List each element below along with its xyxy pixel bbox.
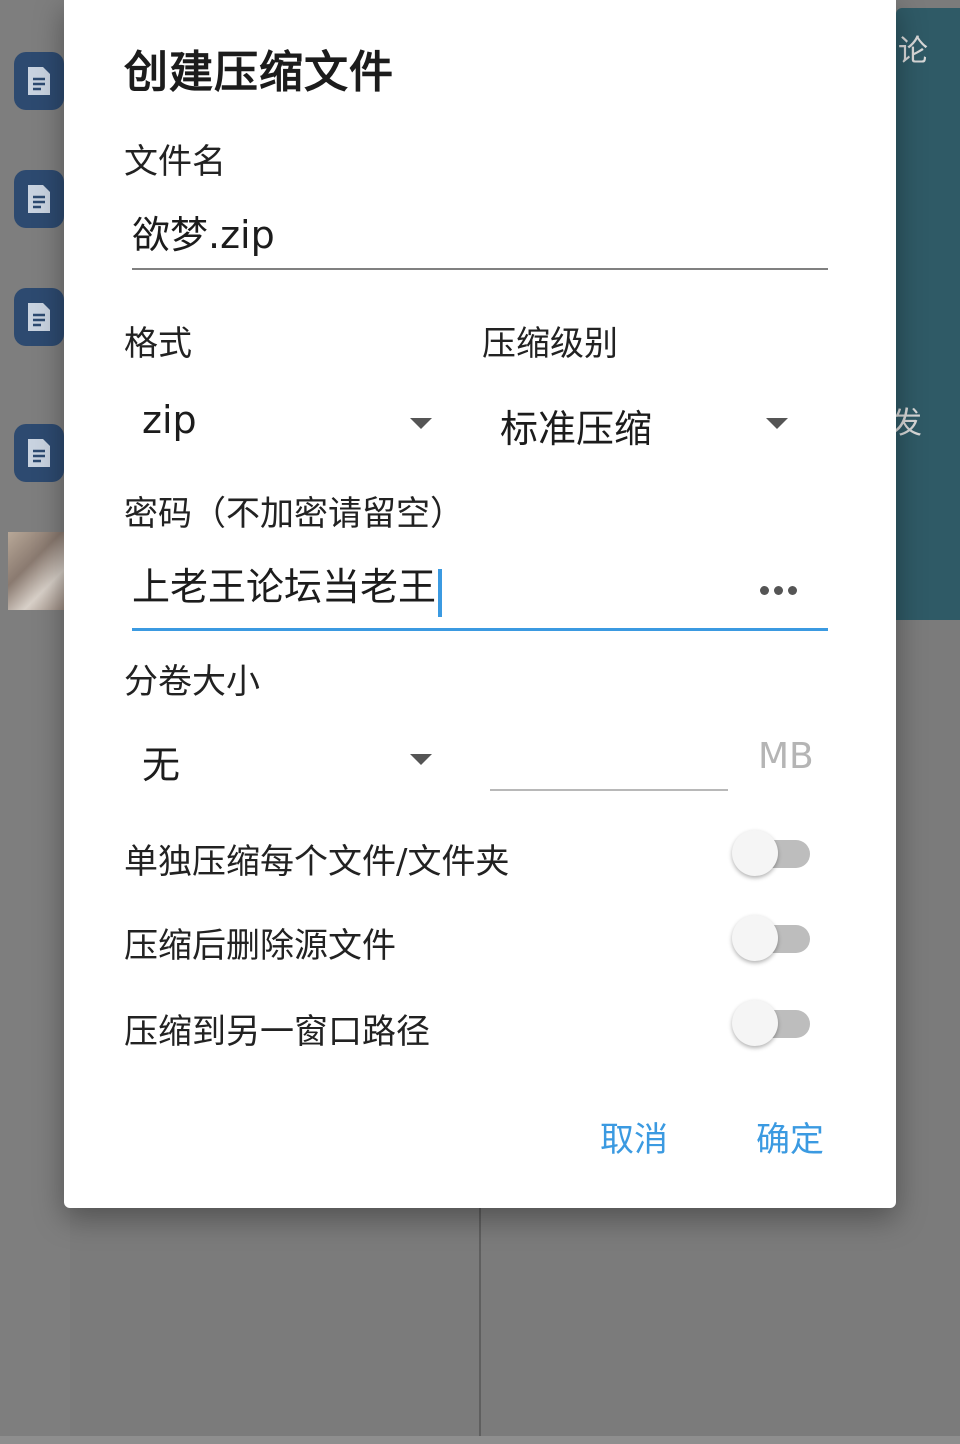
filename-label: 文件名 xyxy=(124,142,226,182)
option-label: 压缩到另一窗口路径 xyxy=(124,1012,430,1052)
split-size-label: 分卷大小 xyxy=(124,662,260,702)
password-value: 上老王论坛当老王 xyxy=(132,565,437,609)
split-size-selected-value: 无 xyxy=(142,743,181,787)
format-label: 格式 xyxy=(124,324,192,364)
more-options-icon[interactable] xyxy=(760,586,797,595)
split-size-select[interactable]: 无 xyxy=(132,728,442,788)
background-divider xyxy=(479,1206,481,1444)
filename-input[interactable]: 欲梦.zip xyxy=(132,204,828,274)
background-side-panel xyxy=(896,8,960,620)
cancel-button[interactable]: 取消 xyxy=(600,1112,668,1161)
confirm-button[interactable]: 确定 xyxy=(756,1112,824,1161)
background-bottom-edge xyxy=(0,1436,960,1444)
format-select[interactable]: zip xyxy=(132,392,442,452)
delete-source-toggle[interactable] xyxy=(732,915,812,963)
compress-to-other-pane-toggle[interactable] xyxy=(732,1000,812,1048)
text-cursor xyxy=(438,568,443,617)
separate-compress-toggle[interactable] xyxy=(732,830,812,878)
filename-value: 欲梦.zip xyxy=(132,213,275,257)
compression-level-label: 压缩级别 xyxy=(482,324,618,364)
document-icon xyxy=(14,52,64,110)
password-label: 密码（不加密请留空） xyxy=(124,494,464,534)
split-size-input[interactable] xyxy=(490,730,728,788)
chevron-down-icon xyxy=(410,418,432,429)
document-icon xyxy=(14,170,64,228)
document-icon xyxy=(14,424,64,482)
background-side-text: 发 xyxy=(892,406,922,441)
format-selected-value: zip xyxy=(142,398,197,442)
create-archive-dialog: 创建压缩文件 文件名 欲梦.zip 格式 压缩级别 zip 标准压缩 密码（不加… xyxy=(64,0,896,1208)
image-thumbnail xyxy=(8,532,64,610)
document-icon xyxy=(14,288,64,346)
password-underline xyxy=(132,628,828,631)
compression-level-select[interactable]: 标准压缩 xyxy=(490,392,800,452)
option-label: 压缩后删除源文件 xyxy=(124,926,396,966)
chevron-down-icon xyxy=(410,754,432,765)
option-label: 单独压缩每个文件/文件夹 xyxy=(124,842,510,882)
chevron-down-icon xyxy=(766,418,788,429)
compression-level-selected-value: 标准压缩 xyxy=(500,407,653,451)
filename-underline xyxy=(132,268,828,270)
split-size-underline xyxy=(490,789,728,791)
background-side-text: 论 xyxy=(898,34,928,69)
password-input[interactable]: 上老王论坛当老王 xyxy=(132,556,828,626)
split-size-unit: MB xyxy=(758,736,814,777)
dialog-title: 创建压缩文件 xyxy=(124,47,394,98)
